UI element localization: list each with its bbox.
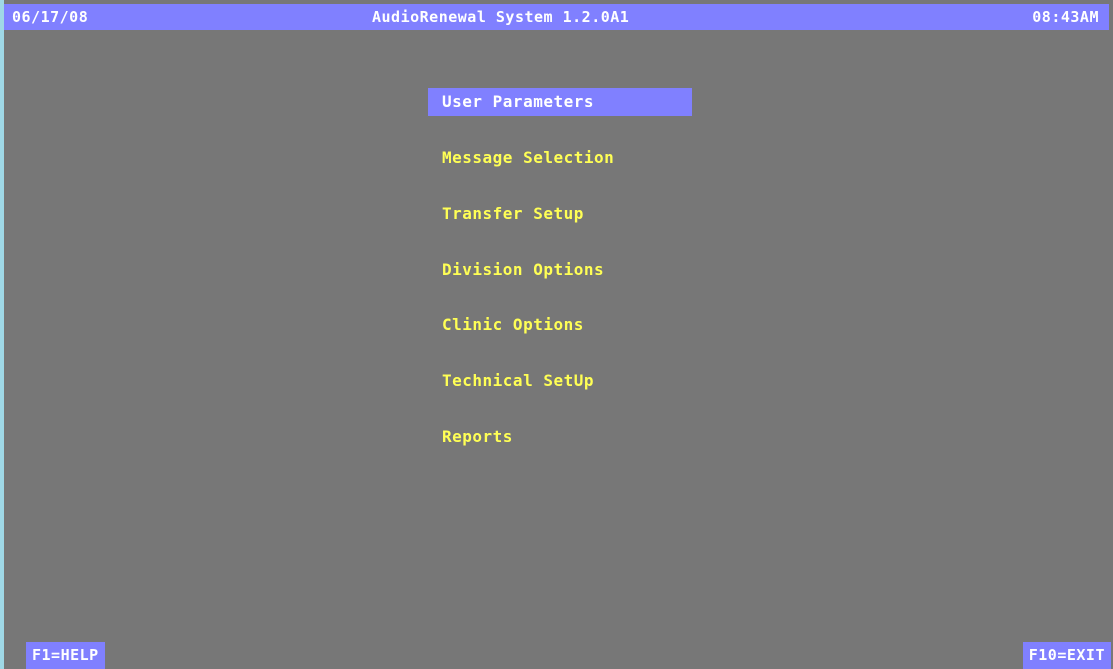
app-title: AudioRenewal System 1.2.0A1 xyxy=(372,8,630,26)
menu-item-division-options[interactable]: Division Options xyxy=(428,256,604,284)
menu-item-clinic-options[interactable]: Clinic Options xyxy=(428,311,584,339)
header-time: 08:43AM xyxy=(1032,8,1099,26)
menu-item-technical-setup[interactable]: Technical SetUp xyxy=(428,367,594,395)
left-edge-stripe xyxy=(0,0,4,669)
f10-exit-key[interactable]: F10=EXIT xyxy=(1022,642,1111,669)
f1-help-key[interactable]: F1=HELP xyxy=(26,642,105,669)
header-bar: 06/17/08 AudioRenewal System 1.2.0A1 08:… xyxy=(4,4,1109,30)
menu-item-transfer-setup[interactable]: Transfer Setup xyxy=(428,200,584,228)
header-date: 06/17/08 xyxy=(12,8,89,26)
menu-item-reports[interactable]: Reports xyxy=(428,423,513,451)
terminal-screen: 06/17/08 AudioRenewal System 1.2.0A1 08:… xyxy=(0,0,1113,669)
menu-item-message-selection[interactable]: Message Selection xyxy=(428,144,614,172)
menu-item-user-parameters[interactable]: User Parameters xyxy=(428,88,692,116)
